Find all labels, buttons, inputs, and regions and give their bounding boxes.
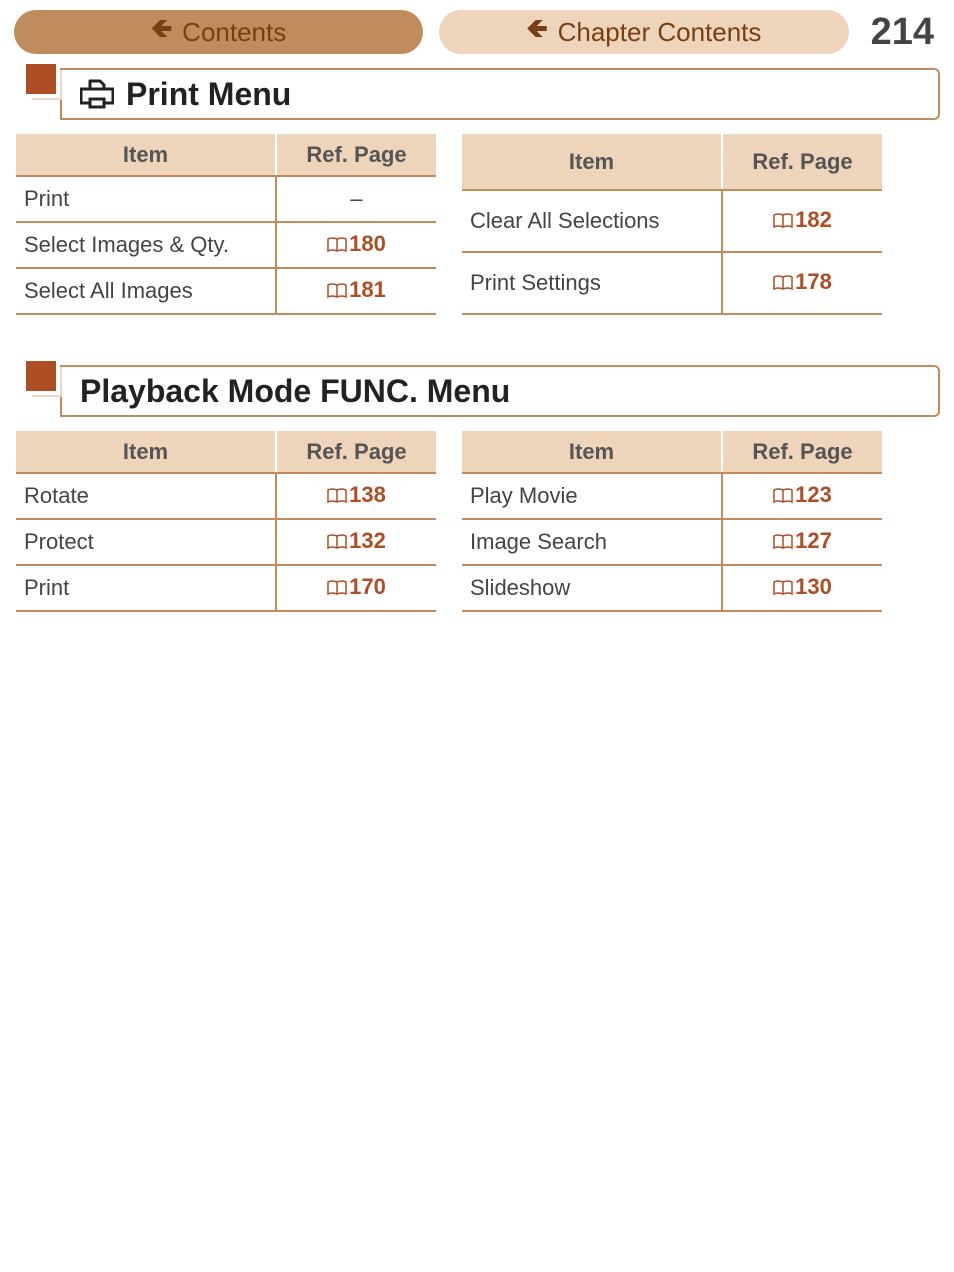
- table-header-item: Item: [462, 431, 722, 473]
- table-header-item: Item: [462, 134, 722, 190]
- book-icon: [327, 233, 347, 259]
- table-row: Print Settings 178: [462, 252, 882, 314]
- table-header-ref: Ref. Page: [722, 134, 882, 190]
- ref-cell[interactable]: 123: [722, 473, 882, 519]
- chapter-contents-button[interactable]: 🡸 Chapter Contents: [439, 10, 848, 54]
- item-cell: Slideshow: [462, 565, 722, 611]
- table-row: Play Movie 123: [462, 473, 882, 519]
- print-icon: [80, 79, 114, 109]
- table-header-ref: Ref. Page: [722, 431, 882, 473]
- book-icon: [327, 530, 347, 556]
- table-row: Print 170: [16, 565, 436, 611]
- table-row: Rotate 138: [16, 473, 436, 519]
- item-cell: Play Movie: [462, 473, 722, 519]
- book-icon: [773, 209, 793, 235]
- item-cell: Rotate: [16, 473, 276, 519]
- section-playback-func-menu: Playback Mode FUNC. Menu Item Ref. Page …: [0, 365, 954, 632]
- section-title: Playback Mode FUNC. Menu: [80, 373, 510, 410]
- item-cell: Select Images & Qty.: [16, 222, 276, 268]
- item-cell: Protect: [16, 519, 276, 565]
- book-icon: [327, 484, 347, 510]
- table-row: Clear All Selections 182: [462, 190, 882, 252]
- chapter-contents-label: Chapter Contents: [558, 17, 762, 48]
- tables-row: Item Ref. Page Rotate 138 Protect 132 Pr…: [14, 431, 940, 612]
- item-cell: Image Search: [462, 519, 722, 565]
- item-cell: Print: [16, 565, 276, 611]
- ref-cell[interactable]: 181: [276, 268, 436, 314]
- book-icon: [773, 271, 793, 297]
- table-row: Print –: [16, 176, 436, 222]
- table-header-ref: Ref. Page: [276, 431, 436, 473]
- section-title: Print Menu: [80, 76, 291, 113]
- ref-cell[interactable]: 138: [276, 473, 436, 519]
- tables-row: Item Ref. Page Print – Select Images & Q…: [14, 134, 940, 315]
- back-arrow-icon: 🡸: [151, 10, 172, 54]
- page-number: 214: [865, 11, 940, 54]
- item-cell: Print: [16, 176, 276, 222]
- menu-table-right: Item Ref. Page Play Movie 123 Image Sear…: [462, 431, 882, 612]
- book-icon: [773, 484, 793, 510]
- ref-cell[interactable]: 130: [722, 565, 882, 611]
- table-row: Select Images & Qty. 180: [16, 222, 436, 268]
- contents-label: Contents: [182, 17, 286, 48]
- ref-cell[interactable]: 182: [722, 190, 882, 252]
- ref-cell[interactable]: 132: [276, 519, 436, 565]
- table-header-item: Item: [16, 134, 276, 176]
- item-cell: Clear All Selections: [462, 190, 722, 252]
- ref-cell[interactable]: 178: [722, 252, 882, 314]
- menu-table-right: Item Ref. Page Clear All Selections 182 …: [462, 134, 882, 315]
- table-row: Image Search 127: [462, 519, 882, 565]
- top-nav: 🡸 Contents 🡸 Chapter Contents 214: [0, 0, 954, 58]
- section-header: Print Menu: [60, 68, 940, 120]
- section-title-text: Playback Mode FUNC. Menu: [80, 373, 510, 410]
- table-header-ref: Ref. Page: [276, 134, 436, 176]
- back-arrow-icon: 🡸: [526, 10, 547, 54]
- ref-cell[interactable]: 170: [276, 565, 436, 611]
- table-row: Protect 132: [16, 519, 436, 565]
- book-icon: [327, 576, 347, 602]
- section-title-text: Print Menu: [126, 76, 291, 113]
- contents-button[interactable]: 🡸 Contents: [14, 10, 423, 54]
- table-header-item: Item: [16, 431, 276, 473]
- ref-cell[interactable]: 127: [722, 519, 882, 565]
- item-cell: Select All Images: [16, 268, 276, 314]
- section-header: Playback Mode FUNC. Menu: [60, 365, 940, 417]
- table-row: Select All Images 181: [16, 268, 436, 314]
- menu-table-left: Item Ref. Page Print – Select Images & Q…: [16, 134, 436, 315]
- book-icon: [773, 530, 793, 556]
- ref-cell: –: [276, 176, 436, 222]
- ref-cell[interactable]: 180: [276, 222, 436, 268]
- item-cell: Print Settings: [462, 252, 722, 314]
- menu-table-left: Item Ref. Page Rotate 138 Protect 132 Pr…: [16, 431, 436, 612]
- table-row: Slideshow 130: [462, 565, 882, 611]
- section-print-menu: Print Menu Item Ref. Page Print – Select…: [0, 68, 954, 335]
- book-icon: [773, 576, 793, 602]
- book-icon: [327, 279, 347, 305]
